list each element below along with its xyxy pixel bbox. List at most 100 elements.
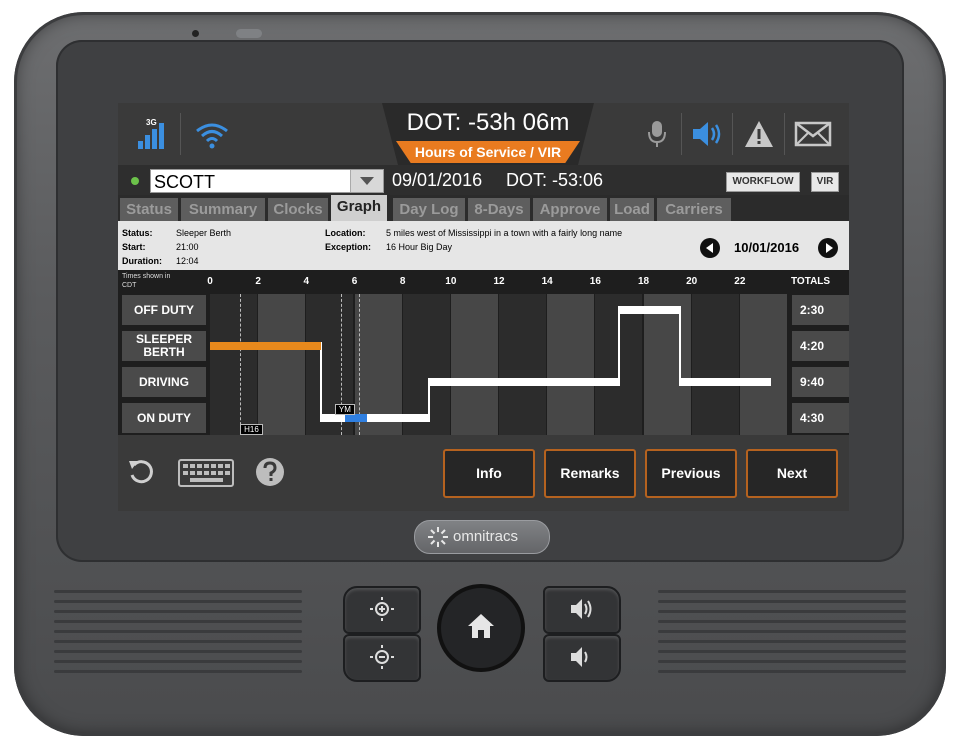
row-label-sleeper-berth: SLEEPER BERTH	[122, 331, 206, 361]
hour-tick-label: 12	[493, 276, 505, 287]
signal-icon	[138, 123, 164, 149]
mode-label[interactable]: Hours of Service / VIR	[396, 141, 580, 163]
hour-tick-label: 20	[686, 276, 698, 287]
tab-clocks[interactable]: Clocks	[268, 198, 328, 221]
duty-segment	[320, 414, 345, 422]
timezone-note: Times shown in CDT	[122, 272, 170, 290]
warning-icon[interactable]	[744, 119, 774, 149]
light-sensor	[236, 29, 262, 38]
duty-status-graph: Times shown in CDT TOTALS OFF DUTY SLEEP…	[118, 270, 849, 435]
status-transition	[618, 306, 621, 386]
microphone-icon[interactable]	[646, 119, 668, 149]
left-speaker-grille	[54, 590, 302, 673]
header-divider	[180, 113, 181, 155]
volume-up-button[interactable]	[543, 586, 621, 634]
row-label-on-duty: ON DUTY	[122, 403, 206, 433]
row-label-off-duty: OFF DUTY	[122, 295, 206, 325]
vir-button[interactable]: VIR	[811, 172, 839, 192]
exception-value: 16 Hour Big Day	[386, 242, 453, 252]
next-button[interactable]: Next	[746, 449, 838, 498]
duty-segment	[429, 378, 620, 386]
totals-header: TOTALS	[791, 276, 831, 287]
status-header: 3G DOT: -53h 06m Hours of Service / VIR	[118, 103, 849, 165]
marker-tag-ym: YM	[334, 404, 355, 415]
duty-segment	[344, 414, 367, 422]
timezone-note-line-1: Times shown in	[122, 273, 171, 280]
driver-status-indicator	[131, 177, 139, 185]
tab-day-log[interactable]: Day Log	[393, 198, 465, 221]
row-label-text: SLEEPER BERTH	[136, 333, 192, 359]
tab-8-days[interactable]: 8-Days	[468, 198, 530, 221]
total-sleeper-berth: 4:20	[792, 331, 849, 361]
header-divider	[784, 113, 785, 155]
hour-tick-label: 14	[541, 276, 553, 287]
next-day-icon[interactable]	[818, 238, 838, 258]
hour-band	[643, 294, 691, 435]
log-date: 09/01/2016	[392, 170, 483, 190]
status-transition	[678, 306, 681, 386]
chevron-down-icon[interactable]	[350, 170, 383, 192]
refresh-icon[interactable]	[126, 457, 156, 487]
hour-tick-label: 6	[351, 276, 358, 287]
exception-label: Exception:	[325, 242, 372, 252]
duty-segment	[679, 378, 772, 386]
brightness-up-icon	[370, 597, 394, 621]
brightness-up-button[interactable]	[343, 586, 421, 634]
tab-bar: Status Summary Clocks Graph Day Log 8-Da…	[118, 195, 849, 221]
brightness-down-icon	[370, 645, 394, 669]
brightness-down-button[interactable]	[343, 634, 421, 682]
hour-band	[739, 294, 787, 435]
tab-summary[interactable]: Summary	[181, 198, 265, 221]
row-label-line-2: BERTH	[143, 345, 185, 359]
right-speaker-grille	[658, 590, 906, 673]
camera	[192, 30, 199, 37]
help-icon[interactable]	[255, 457, 285, 487]
tab-carriers[interactable]: Carriers	[657, 198, 731, 221]
status-value: Sleeper Berth	[176, 228, 232, 238]
row-label-line-1: SLEEPER	[135, 332, 192, 346]
info-button[interactable]: Info	[443, 449, 535, 498]
workflow-button[interactable]: WORKFLOW	[726, 172, 800, 192]
graph-date: 10/01/2016	[734, 240, 800, 255]
event-info-panel: Status: Sleeper Berth Start: 21:00 Durat…	[118, 221, 849, 270]
speaker-icon[interactable]	[691, 119, 723, 149]
duty-segment	[210, 342, 321, 350]
driver-select[interactable]: SCOTT	[150, 169, 384, 193]
hour-tick-label: 0	[207, 276, 213, 287]
start-label: Start:	[122, 242, 146, 252]
home-icon	[468, 614, 494, 638]
dot-remaining: DOT: -53:06	[506, 170, 604, 190]
status-transition	[319, 342, 322, 422]
row-label-driving: DRIVING	[122, 367, 206, 397]
total-off-duty: 2:30	[792, 295, 849, 325]
hour-tick-label: 2	[255, 276, 261, 287]
previous-button[interactable]: Previous	[645, 449, 737, 498]
hour-band	[547, 294, 595, 435]
tab-load[interactable]: Load	[610, 198, 654, 221]
hour-band	[691, 294, 739, 435]
mail-icon[interactable]	[794, 119, 832, 149]
location-label: Location:	[325, 228, 366, 238]
hour-band	[258, 294, 306, 435]
row-label-text: ON DUTY	[137, 410, 191, 425]
wifi-icon[interactable]	[194, 121, 230, 151]
previous-day-icon[interactable]	[700, 238, 720, 258]
dot-clock-panel: DOT: -53h 06m Hours of Service / VIR	[382, 103, 594, 165]
volume-up-icon	[571, 599, 592, 619]
header-divider	[681, 113, 682, 155]
volume-down-button[interactable]	[543, 634, 621, 682]
tab-status[interactable]: Status	[120, 198, 178, 221]
home-button[interactable]	[437, 584, 525, 672]
hour-tick-label: 22	[734, 276, 746, 287]
tab-graph[interactable]: Graph	[331, 195, 387, 221]
hour-tick-label: 8	[399, 276, 406, 287]
keyboard-icon[interactable]	[178, 459, 234, 487]
brand-logo: omnitracs	[414, 520, 550, 554]
brand-name: omnitracs	[453, 528, 519, 545]
hour-tick-label: 10	[445, 276, 457, 287]
duration-label: Duration:	[122, 256, 162, 266]
tab-approve[interactable]: Approve	[533, 198, 607, 221]
remarks-button[interactable]: Remarks	[544, 449, 636, 498]
duty-segment	[619, 306, 680, 314]
duty-segment	[366, 414, 430, 422]
